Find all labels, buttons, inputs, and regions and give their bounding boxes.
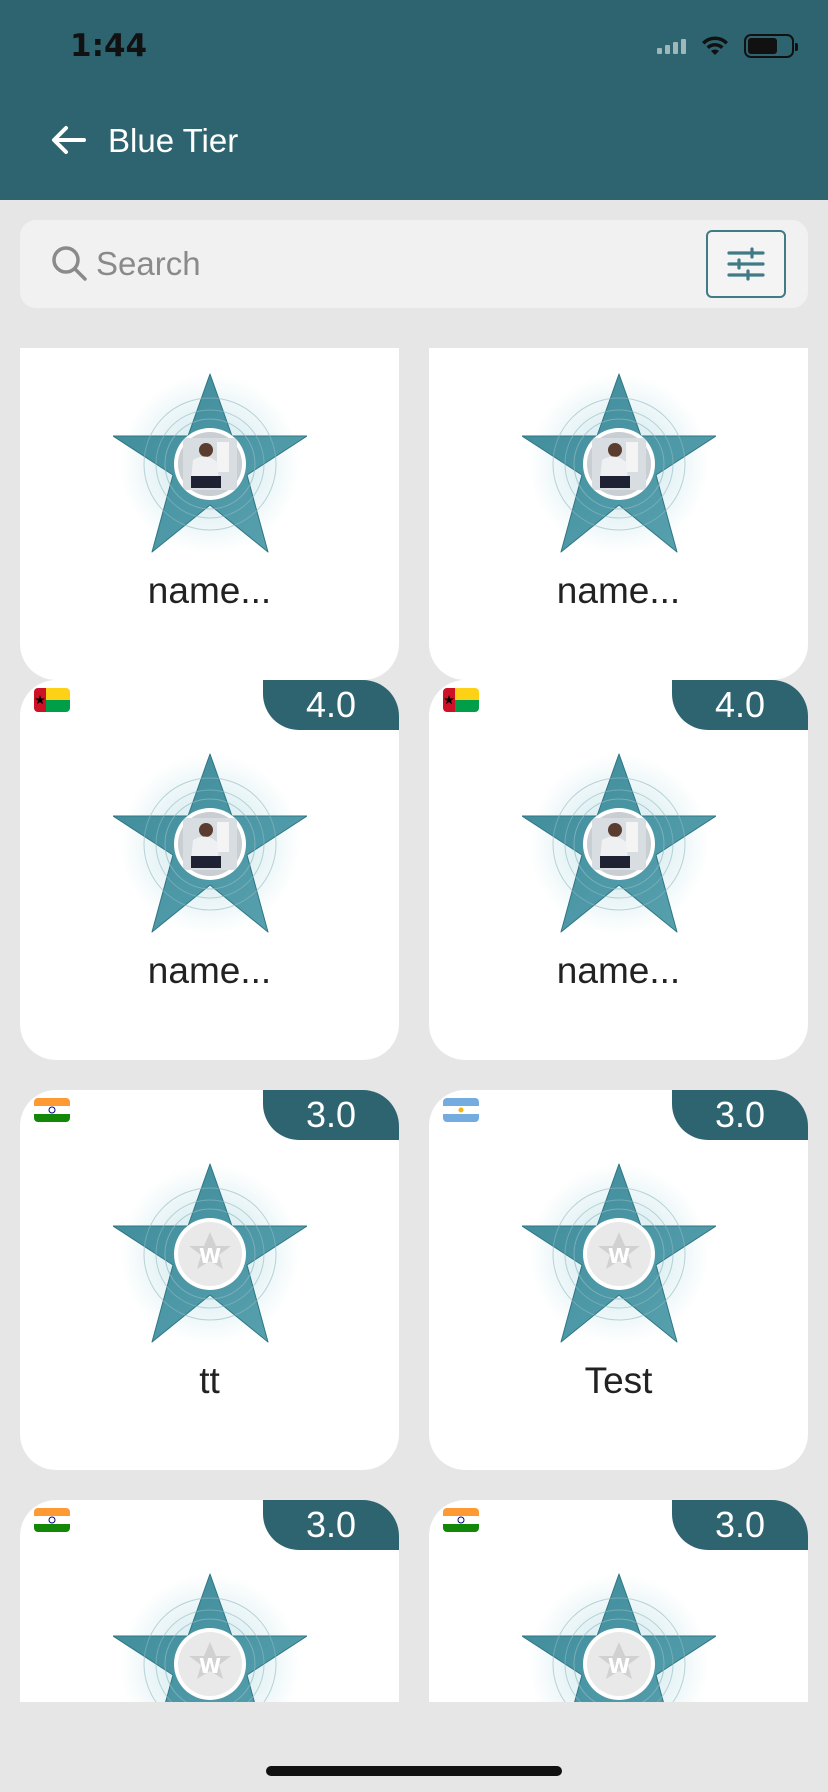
sliders-icon [727, 247, 765, 281]
wifi-icon [702, 36, 728, 55]
country-flag-icon [443, 688, 479, 712]
star-avatar-icon [521, 372, 717, 558]
battery-icon [744, 34, 798, 58]
member-card[interactable]: 4.0 name... [20, 680, 399, 1060]
member-card[interactable]: 3.0 W [429, 1500, 808, 1702]
country-flag-icon [443, 1508, 479, 1532]
country-flag-icon [443, 1098, 479, 1122]
star-avatar-icon [112, 752, 308, 938]
search-bar [20, 220, 808, 308]
member-card[interactable]: 3.0 Wtt [20, 1090, 399, 1470]
arrow-left-icon [52, 126, 86, 154]
country-flag-icon [34, 1098, 70, 1122]
star-avatar-icon [521, 752, 717, 938]
members-grid[interactable]: name... name... 4.0 name... 4.0 name... 3.0 Wtt… [0, 348, 828, 1702]
rating-badge: 3.0 [672, 1090, 808, 1140]
member-name: name... [147, 950, 272, 991]
member-name: name... [556, 570, 681, 611]
page-title: Blue Tier [108, 122, 239, 159]
star-avatar-icon [112, 372, 308, 558]
country-flag-icon [34, 688, 70, 712]
member-name: name... [147, 570, 272, 611]
filter-button[interactable] [706, 230, 786, 298]
rating-badge: 3.0 [263, 1090, 399, 1140]
country-flag-icon [34, 1508, 70, 1532]
member-card[interactable]: name... [20, 348, 399, 680]
member-card[interactable]: 4.0 name... [429, 680, 808, 1060]
svg-text:W: W [608, 1654, 630, 1678]
member-card[interactable]: 3.0 W Test [429, 1090, 808, 1470]
svg-text:W: W [608, 1244, 630, 1268]
svg-text:W: W [199, 1244, 221, 1268]
search-input[interactable] [96, 238, 616, 290]
svg-text:W: W [199, 1654, 221, 1678]
app-header: 1:44 Blue Tier [0, 0, 828, 200]
rating-badge: 3.0 [672, 1500, 808, 1550]
member-name: name... [556, 950, 681, 991]
star-avatar-icon: W [112, 1572, 308, 1702]
star-avatar-icon: W [521, 1572, 717, 1702]
rating-badge: 4.0 [263, 680, 399, 730]
member-name: Test [584, 1360, 653, 1401]
star-avatar-icon: W [521, 1162, 717, 1348]
rating-badge: 3.0 [263, 1500, 399, 1550]
star-avatar-icon: W [112, 1162, 308, 1348]
cellular-signal-icon [657, 38, 686, 54]
status-time: 1:44 [70, 28, 148, 64]
member-card[interactable]: name... [429, 348, 808, 680]
status-icons [657, 34, 798, 58]
member-card[interactable]: 3.0 W [20, 1500, 399, 1702]
home-indicator [266, 1766, 562, 1776]
search-icon [52, 246, 87, 281]
rating-badge: 4.0 [672, 680, 808, 730]
back-button[interactable] [46, 118, 90, 162]
member-name: tt [199, 1360, 220, 1401]
